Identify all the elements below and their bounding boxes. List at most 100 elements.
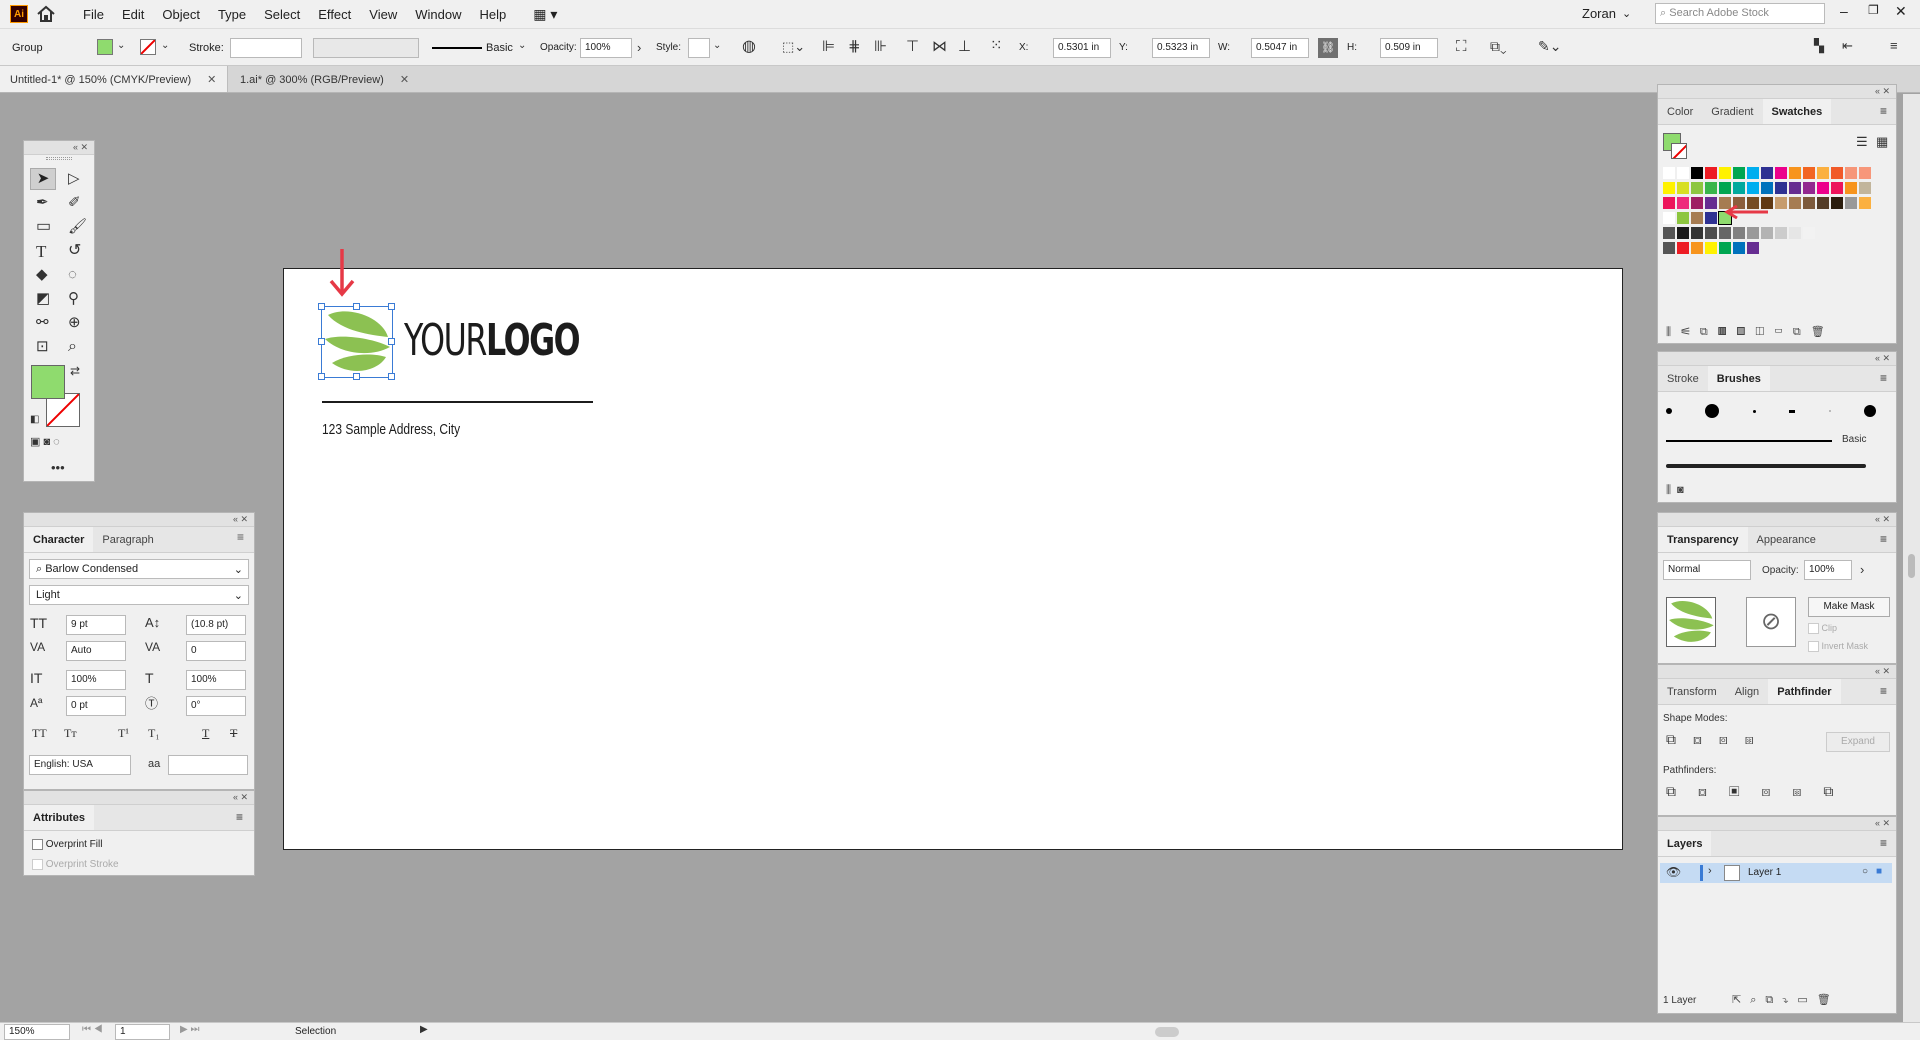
panel-menu-icon[interactable]: ≡ xyxy=(1880,105,1887,117)
gradient-tool-icon[interactable]: ◩ xyxy=(36,291,50,306)
superscript-icon[interactable]: T¹ xyxy=(118,727,129,739)
transform-panel-icon[interactable]: ⬚⌄ xyxy=(782,40,805,53)
brush-tips[interactable] xyxy=(1666,404,1876,418)
menu-view[interactable]: View xyxy=(360,7,406,22)
attributes-panel-header[interactable]: « ✕ xyxy=(24,791,254,805)
divider-line[interactable] xyxy=(322,401,593,403)
expand-layer-icon[interactable]: › xyxy=(1708,866,1712,877)
selected-indicator-icon[interactable]: ■ xyxy=(1876,867,1882,877)
stroke-swatch[interactable] xyxy=(140,39,156,55)
tab-transparency[interactable]: Transparency xyxy=(1658,527,1748,552)
anti-alias-field[interactable] xyxy=(168,755,248,775)
brush-dot-small[interactable] xyxy=(1666,408,1672,414)
swatch[interactable] xyxy=(1705,197,1717,209)
mask-thumbnail[interactable]: ⊘ xyxy=(1746,597,1796,647)
lasso-tool-icon[interactable]: ◌ xyxy=(68,267,77,282)
rectangle-tool-icon[interactable]: ▭ xyxy=(36,219,51,235)
object-thumbnail[interactable] xyxy=(1666,597,1716,647)
tab-pathfinder[interactable]: Pathfinder xyxy=(1768,679,1841,704)
brush-footer-icons[interactable]: ⫼◙ xyxy=(1666,484,1690,497)
curvature-tool-icon[interactable]: ✐ xyxy=(68,195,81,210)
swatch[interactable] xyxy=(1817,182,1829,194)
horizontal-scale-field[interactable]: 100% xyxy=(186,670,246,690)
default-colors-icon[interactable]: ◧ xyxy=(30,415,39,425)
menu-window[interactable]: Window xyxy=(406,7,470,22)
swatch[interactable] xyxy=(1663,227,1675,239)
swatch[interactable] xyxy=(1747,227,1759,239)
eraser-tool-icon[interactable]: ◆ xyxy=(36,267,48,282)
x-field[interactable]: 0.5301 in xyxy=(1053,38,1111,58)
more-tools-icon[interactable]: ••• xyxy=(51,461,65,474)
artboard-nav-first-icon[interactable]: ⏮ ◀ xyxy=(82,1025,103,1035)
tab-character[interactable]: Character xyxy=(24,527,94,552)
swatch[interactable] xyxy=(1677,167,1689,179)
swatch[interactable] xyxy=(1705,182,1717,194)
menu-edit[interactable]: Edit xyxy=(113,7,153,22)
stock-search[interactable]: ⌕ Search Adobe Stock xyxy=(1655,3,1825,24)
workspace-switcher-icon[interactable]: ▦ ▾ xyxy=(533,6,557,23)
swatch[interactable] xyxy=(1859,197,1871,209)
tab-transform[interactable]: Transform xyxy=(1658,679,1726,704)
arrange-icon[interactable]: ⧉⌄ xyxy=(1490,39,1507,53)
swatch[interactable] xyxy=(1775,167,1787,179)
logo-mark[interactable] xyxy=(318,303,395,380)
shape-mode-buttons[interactable]: ⧉⧈⧇⧆ xyxy=(1666,731,1771,748)
tab-layers[interactable]: Layers xyxy=(1658,831,1712,856)
swatch[interactable] xyxy=(1859,167,1871,179)
tools-panel-header[interactable]: « ✕ xyxy=(24,141,94,155)
charcoal-brush-stroke[interactable] xyxy=(1666,464,1866,468)
user-name[interactable]: Zoran xyxy=(1582,6,1616,21)
brush-dash[interactable] xyxy=(1789,409,1796,413)
panel-menu-icon[interactable]: ≡ xyxy=(1880,685,1887,697)
brush-dot-large[interactable] xyxy=(1705,404,1720,418)
tracking-field[interactable]: 0 xyxy=(186,641,246,661)
user-chevron-icon[interactable]: ⌄ xyxy=(1622,7,1631,20)
artboard-tool-icon[interactable]: ⊡ xyxy=(36,339,49,354)
stroke-weight-field[interactable] xyxy=(230,38,302,58)
visibility-eye-icon[interactable]: 👁 xyxy=(1666,866,1681,878)
overprint-fill-row[interactable]: Overprint Fill xyxy=(32,839,102,850)
status-menu-arrow-icon[interactable]: ▶ xyxy=(420,1025,428,1035)
swatch[interactable] xyxy=(1719,242,1731,254)
swatch[interactable] xyxy=(1789,182,1801,194)
align-hcenter-icon[interactable]: ⋕ xyxy=(848,39,861,54)
restore-icon[interactable]: ❐ xyxy=(1868,3,1879,17)
variable-width-field[interactable] xyxy=(313,38,419,58)
swatch[interactable] xyxy=(1663,242,1675,254)
arrange-docs-icon[interactable]: ▚ xyxy=(1814,39,1824,52)
align-vcenter-icon[interactable]: ⋈ xyxy=(932,39,947,54)
swatch[interactable] xyxy=(1719,182,1731,194)
swatch[interactable] xyxy=(1789,227,1801,239)
menu-select[interactable]: Select xyxy=(255,7,309,22)
tab-paragraph[interactable]: Paragraph xyxy=(93,527,162,552)
tool-fill-swatch[interactable] xyxy=(31,365,65,399)
swatch[interactable] xyxy=(1677,242,1689,254)
font-size-field[interactable]: 9 pt xyxy=(66,615,126,635)
brush-name[interactable]: Basic xyxy=(486,42,513,54)
swatch[interactable] xyxy=(1845,197,1857,209)
panel-menu-icon[interactable]: ≡ xyxy=(236,811,243,823)
swatch[interactable] xyxy=(1789,197,1801,209)
swatch[interactable] xyxy=(1747,167,1759,179)
swatch[interactable] xyxy=(1677,227,1689,239)
vertical-scrollbar[interactable] xyxy=(1903,94,1920,1022)
swatch[interactable] xyxy=(1845,167,1857,179)
tab-attributes[interactable]: Attributes xyxy=(24,805,94,830)
swatch[interactable] xyxy=(1733,227,1745,239)
swatch[interactable] xyxy=(1677,197,1689,209)
blend-mode-select[interactable]: Normal xyxy=(1663,560,1751,580)
close-tab-icon[interactable]: ✕ xyxy=(400,74,409,86)
swatch-grid[interactable] xyxy=(1663,167,1888,257)
transparency-opacity-field[interactable]: 100% xyxy=(1804,560,1852,580)
all-caps-icon[interactable]: TT xyxy=(32,727,47,739)
tab-brushes[interactable]: Brushes xyxy=(1707,366,1770,391)
rotate-tool-icon[interactable]: ↺ xyxy=(68,243,81,259)
draw-mode-icon[interactable]: ▣ ◙ ◌ xyxy=(30,437,60,448)
brush-dot-medium[interactable] xyxy=(1863,405,1876,417)
swatch[interactable] xyxy=(1747,182,1759,194)
swatch[interactable] xyxy=(1719,227,1731,239)
swatch[interactable] xyxy=(1733,167,1745,179)
swatch[interactable] xyxy=(1733,242,1745,254)
swatch[interactable] xyxy=(1691,197,1703,209)
strikethrough-icon[interactable]: T xyxy=(230,727,237,739)
